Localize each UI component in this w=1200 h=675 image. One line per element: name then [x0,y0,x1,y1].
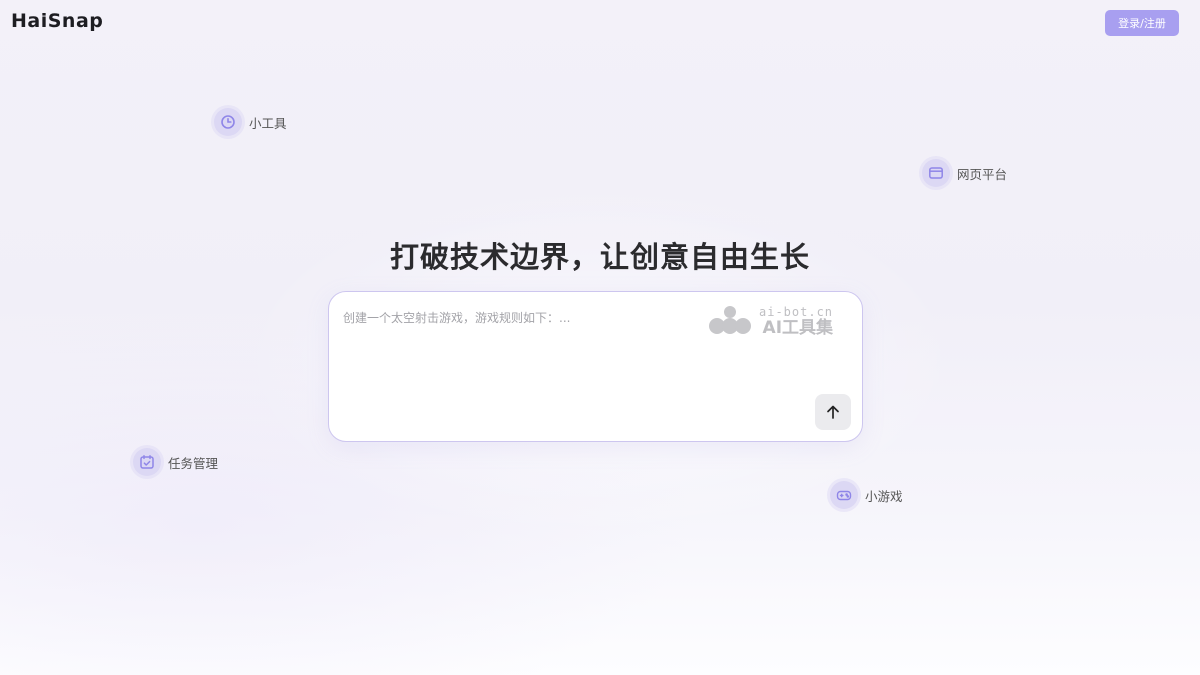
chip-mini-games[interactable]: 小游戏 [830,481,903,509]
prompt-input[interactable] [343,308,703,328]
chip-label: 任务管理 [168,455,219,471]
browser-window-icon [922,159,950,187]
watermark: ai-bot.cn AI工具集 [707,304,833,338]
chip-tools[interactable]: 小工具 [214,108,287,136]
chip-label: 小工具 [249,115,287,131]
send-button[interactable] [815,394,851,430]
chip-label: 网页平台 [957,166,1008,182]
watermark-name: AI工具集 [762,317,834,338]
login-register-button[interactable]: 登录/注册 [1105,10,1179,36]
calendar-check-icon [133,448,161,476]
chip-task-management[interactable]: 任务管理 [133,448,218,476]
ai-bot-logo-icon [709,306,751,334]
hero-headline: 打破技术边界，让创意自由生长 [389,240,810,274]
clock-icon [214,108,242,136]
app-logo[interactable]: HaiSnap [11,10,103,32]
gamepad-icon [830,481,858,509]
watermark-url: ai-bot.cn [759,304,834,319]
chip-web-platform[interactable]: 网页平台 [922,159,1007,187]
chip-label: 小游戏 [865,488,903,504]
arrow-up-icon [827,405,839,419]
prompt-box: ai-bot.cn AI工具集 [328,291,863,442]
